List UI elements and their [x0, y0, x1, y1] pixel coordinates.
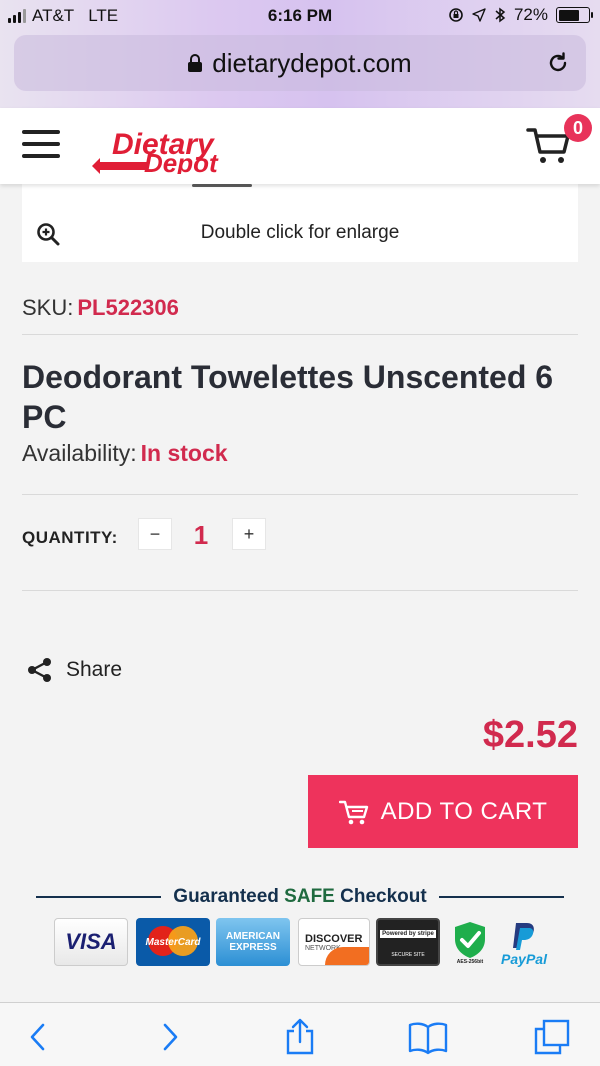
divider — [22, 494, 578, 495]
browser-toolbar — [0, 1002, 600, 1066]
safe-checkout-highlight: SAFE — [284, 886, 335, 907]
paypal-badge: PayPal — [494, 918, 554, 970]
bookmarks-icon[interactable] — [406, 1017, 450, 1057]
reload-icon[interactable] — [546, 51, 570, 75]
aes-badge: AES-256bit — [450, 918, 490, 968]
sku-value: PL522306 — [77, 295, 179, 320]
payment-badges: VISA MasterCard AMERICAN EXPRESS DISCOVE… — [54, 918, 554, 968]
quantity-decrease-button[interactable]: − — [138, 518, 172, 550]
cart-icon — [338, 800, 368, 824]
tabs-icon[interactable] — [532, 1017, 572, 1057]
share-button[interactable]: Share — [26, 656, 122, 684]
share-icon — [28, 658, 51, 682]
url-text: dietarydepot.com — [212, 47, 412, 78]
sku-label: SKU: — [22, 295, 74, 320]
product-title: Deodorant Towelettes Unscented 6 PC — [22, 359, 554, 435]
product-image-edge — [192, 184, 252, 187]
enlarge-hint: Double click for enlarge — [200, 222, 400, 243]
share-sheet-icon[interactable] — [280, 1017, 320, 1057]
amex-label-1: AMERICAN — [226, 931, 280, 942]
paypal-label: PayPal — [501, 951, 547, 967]
divider — [22, 590, 578, 591]
battery-percent: 72% — [513, 5, 548, 24]
quantity-value[interactable]: 1 — [186, 520, 216, 551]
discover-badge: DISCOVER NETWORK — [298, 918, 370, 966]
address-bar[interactable]: dietarydepot.com — [14, 35, 586, 91]
amex-label-2: EXPRESS — [229, 942, 277, 953]
location-icon — [472, 8, 486, 22]
quantity-label: QUANTITY: — [22, 528, 118, 547]
mastercard-label: MasterCard — [145, 936, 201, 948]
menu-icon[interactable] — [22, 130, 60, 158]
availability: Availability: In stock — [22, 440, 228, 467]
dietary-depot-logo[interactable]: Dietary Depot — [90, 126, 275, 174]
availability-label: Availability: — [22, 440, 137, 466]
amex-badge: AMERICAN EXPRESS — [216, 918, 290, 966]
orientation-lock-icon — [449, 8, 463, 22]
sku: SKU: PL522306 — [22, 295, 179, 321]
back-icon[interactable] — [18, 1017, 58, 1057]
forward-icon[interactable] — [150, 1017, 190, 1057]
battery-icon — [556, 7, 593, 23]
share-label: Share — [66, 658, 123, 681]
logo-text-depot: Depot — [144, 148, 219, 174]
status-bar: AT&T LTE 6:16 PM 72% — [0, 0, 600, 32]
safe-checkout-suffix: Checkout — [340, 886, 427, 907]
add-to-cart-label: ADD TO CART — [380, 797, 548, 825]
stripe-badge: Powered by stripe SECURE SITE — [376, 918, 440, 966]
aes-label: AES-256bit — [456, 959, 484, 965]
product-price: $2.52 — [482, 714, 578, 756]
stripe-label-1: Powered by stripe — [380, 930, 436, 938]
discover-label-1: DISCOVER — [305, 932, 363, 945]
product-image[interactable]: Double click for enlarge — [22, 184, 578, 262]
site-header: Dietary Depot 0 — [0, 108, 600, 184]
divider — [22, 334, 578, 335]
add-to-cart-button[interactable]: ADD TO CART — [308, 775, 578, 848]
safe-checkout-prefix: Guaranteed — [173, 886, 279, 907]
stripe-label-2: SECURE SITE — [391, 952, 425, 958]
visa-badge: VISA — [54, 918, 128, 966]
bluetooth-icon — [495, 7, 506, 23]
visa-label: VISA — [65, 929, 117, 954]
paypal-icon — [513, 923, 534, 950]
browser-chrome: AT&T LTE 6:16 PM 72% dietarydepot.com — [0, 0, 600, 108]
mastercard-badge: MasterCard — [136, 918, 210, 966]
quantity-increase-button[interactable]: + — [232, 518, 266, 550]
safe-checkout-banner: Guaranteed SAFE Checkout — [36, 886, 565, 908]
cart-count-badge: 0 — [564, 114, 592, 142]
shield-check-icon — [455, 922, 485, 958]
lock-icon — [188, 54, 203, 72]
availability-value: In stock — [140, 440, 228, 466]
